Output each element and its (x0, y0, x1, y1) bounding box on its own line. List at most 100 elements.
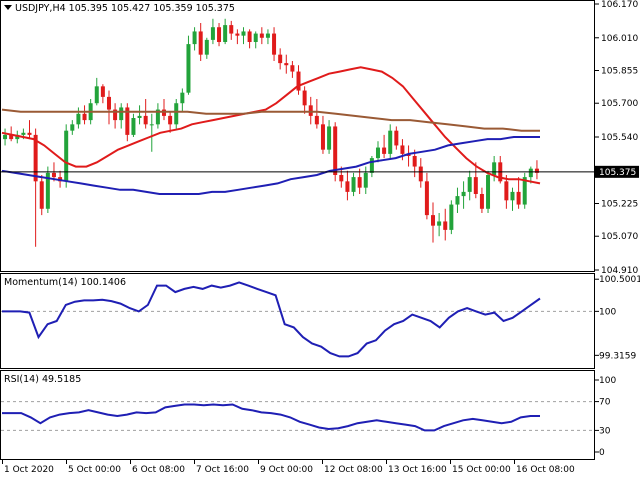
candle-body (51, 172, 56, 178)
candle-body (479, 194, 484, 209)
candle-body (473, 177, 478, 194)
rsi-pane-frame (0, 370, 595, 460)
price-tick-label: 105.855 (601, 67, 638, 77)
collapse-triangle-icon[interactable] (4, 5, 12, 10)
high-value: 105.427 (111, 3, 151, 14)
candle-body (3, 134, 8, 140)
momentum-label: Momentum(14) (4, 277, 78, 288)
candle-body (351, 177, 356, 192)
time-tick-label: 15 Oct 00:00 (452, 465, 511, 475)
candle-body (168, 115, 173, 125)
candle-body (510, 191, 515, 201)
candle-body (284, 63, 289, 66)
candle-body (180, 92, 185, 104)
rsi-tick-label: 70 (599, 398, 611, 408)
candle-body (204, 39, 209, 55)
candle-body (259, 33, 264, 38)
candle-body (455, 196, 460, 205)
candle-body (375, 147, 380, 159)
candle-body (76, 113, 81, 125)
candle-body (492, 162, 497, 175)
price-tick-label: 105.070 (601, 232, 638, 242)
candle-body (345, 181, 350, 192)
candle-body (467, 177, 472, 192)
candle-body (272, 33, 277, 55)
candle-body (504, 181, 509, 201)
candle-body (516, 191, 521, 205)
candle-body (528, 168, 533, 178)
rsi-header: RSI(14) 49.5185 (4, 374, 81, 385)
candle-body (162, 109, 167, 116)
candle-body (461, 191, 466, 197)
candle-body (431, 215, 436, 226)
price-header: USDJPY,H4 105.395 105.427 105.359 105.37… (4, 3, 235, 14)
candle-body (400, 145, 405, 154)
candle-body (394, 130, 399, 146)
candle-body (210, 27, 215, 40)
candle-body (192, 31, 197, 45)
candle-body (308, 105, 313, 116)
candle-body (186, 44, 191, 93)
mid-ma-line (1, 136, 540, 195)
candle-body (217, 27, 222, 42)
candle-body (369, 158, 374, 173)
candle-body (119, 107, 124, 121)
candle-body (449, 204, 454, 230)
candle-body (412, 156, 417, 167)
momentum-tick-label: 99.3159 (599, 351, 636, 361)
candle-body (382, 147, 387, 154)
candle-body (106, 96, 111, 110)
candle-body (357, 177, 362, 188)
candle-body (290, 65, 295, 72)
candle-body (223, 25, 228, 42)
candle-body (320, 124, 325, 150)
candle-body (333, 126, 338, 175)
candle-body (302, 90, 307, 106)
candle-body (278, 54, 283, 64)
candle-body (82, 113, 87, 121)
candle-body (94, 86, 99, 104)
candle-body (247, 31, 252, 42)
current-price-tag-label: 105.375 (599, 168, 636, 178)
candle-body (100, 86, 105, 97)
rsi-tick-label: 0 (599, 448, 605, 458)
momentum-value: 100.1406 (80, 277, 127, 288)
candle-body (418, 166, 423, 182)
candle-body (137, 115, 142, 118)
time-tick-label: 5 Oct 00:00 (68, 465, 121, 475)
candle-body (443, 221, 448, 230)
rsi-line (2, 403, 540, 432)
price-tick-label: 105.700 (601, 99, 638, 109)
time-tick-label: 16 Oct 08:00 (516, 465, 575, 475)
symbol-label: USDJPY,H4 (15, 3, 66, 14)
price-tick-label: 106.010 (601, 34, 638, 44)
price-tick-label: 105.225 (601, 200, 638, 210)
candle-body (143, 115, 148, 125)
candle-body (265, 33, 270, 38)
candle-body (241, 31, 246, 36)
price-tick-label: 106.170 (601, 0, 638, 10)
price-tick-label: 105.540 (601, 133, 638, 143)
momentum-tick-label: 100 (599, 307, 616, 317)
open-value: 105.395 (68, 3, 108, 14)
candle-body (131, 118, 136, 135)
rsi-tick-label: 100 (599, 376, 616, 386)
candle-body (174, 103, 179, 125)
candle-body (27, 132, 32, 135)
momentum-tick-label: 100.5001 (599, 275, 640, 285)
candle-body (339, 175, 344, 182)
candle-body (70, 124, 75, 131)
slow-ma-line (1, 108, 540, 132)
time-tick-label: 12 Oct 08:00 (324, 465, 383, 475)
momentum-line (2, 281, 541, 358)
time-tick-label: 1 Oct 2020 (4, 465, 54, 475)
rsi-value: 49.5185 (41, 374, 82, 385)
candle-body (21, 132, 26, 135)
candle-body (437, 221, 442, 226)
low-value: 105.359 (153, 3, 193, 14)
candle-body (149, 124, 154, 126)
candle-body (486, 175, 491, 209)
time-tick-label: 6 Oct 08:00 (132, 465, 185, 475)
chart-canvas: 106.170 106.010 105.855 105.700 105.540 105.3… (0, 0, 640, 475)
candle-body (198, 31, 203, 55)
